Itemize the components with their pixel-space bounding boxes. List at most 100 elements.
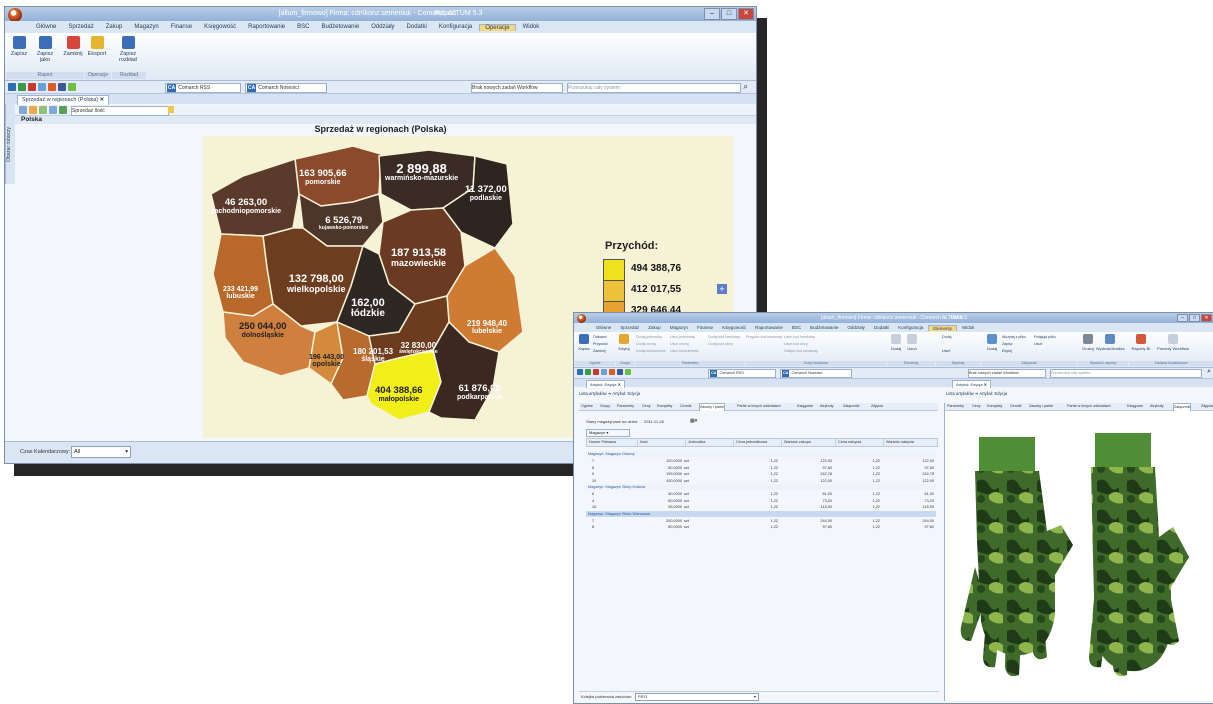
facebook-icon[interactable] [617, 369, 623, 375]
add-element-button[interactable]: Dodaj [888, 334, 904, 351]
tab-1[interactable]: Sprzedaż [616, 325, 643, 330]
subtab-7[interactable]: Atrybuty [1150, 403, 1164, 410]
save-layout-button[interactable]: Zapisz rozkład [111, 36, 145, 63]
zoom-in-button[interactable]: + [717, 284, 727, 294]
tab-article-edit-right[interactable]: Artykuł: Edycja ✕ [952, 380, 991, 388]
ca-icon[interactable] [8, 83, 16, 91]
attr-delete-button[interactable]: Usuń [942, 349, 950, 353]
rss-icon[interactable] [48, 83, 56, 91]
bi-reports-button[interactable]: Raporty BI [1129, 334, 1153, 351]
subtab-7[interactable]: Partie w innych oddziałach [737, 403, 781, 410]
workflow-combo[interactable]: Brak nowych zadań Workflow [968, 369, 1046, 378]
table-icon[interactable] [39, 106, 47, 114]
rss-combo[interactable]: CA Comarch RSS [165, 83, 241, 93]
minimize-icon[interactable]: – [1177, 314, 1188, 322]
subtab-6[interactable]: Zasoby i partie [699, 403, 726, 411]
table-row[interactable]: 7 200,0000 szt 1,22 244,00 1,22 244,00 [586, 518, 936, 524]
tab-4[interactable]: Finanse [166, 24, 197, 30]
subtab-8[interactable]: Załączniki [1173, 403, 1192, 411]
print-analytics-button[interactable]: Wydruki/Analiza [1096, 334, 1125, 351]
assign-barcode-button[interactable]: Przypisz kod kreskowy [746, 335, 782, 339]
subtab-3[interactable]: Ceny [642, 403, 651, 410]
group-row[interactable]: Magazyn: Magazyn Sklep Warszawa [586, 510, 936, 517]
subtab-4[interactable]: Zasoby i partie [1029, 403, 1053, 410]
tab-8[interactable]: Budżetowanie [317, 24, 365, 30]
tab-0[interactable]: Główne [592, 325, 615, 330]
close-button[interactable]: Zamknij [593, 349, 606, 353]
grid-icon[interactable] [19, 106, 27, 114]
col-purchase-value[interactable]: Wartość zakupu [781, 439, 835, 446]
search-input[interactable]: Przeszukaj cały system [567, 83, 741, 93]
breadcrumb-root[interactable]: Lista artykułów [946, 391, 974, 396]
tab-11[interactable]: Konfiguracja [434, 24, 477, 30]
dropdown-icon[interactable] [168, 106, 174, 113]
table-row[interactable]: 8 80,0000 szt 1,22 97,60 1,22 97,60 [586, 524, 936, 530]
edit-file-button[interactable]: Edytuj [1002, 349, 1012, 353]
preview-file-button[interactable]: Podgląd pliku [1034, 335, 1056, 339]
table-row[interactable]: 7 100,0000 szt 1,22 122,00 1,22 122,00 [586, 458, 936, 464]
table-row[interactable]: 4 60,0000 szt 1,22 73,20 1,22 73,20 [586, 498, 936, 504]
mail-icon[interactable] [38, 83, 46, 91]
add-barcode-button[interactable]: Dodaj kod kreskowy [708, 335, 740, 339]
rss-icon[interactable] [609, 369, 615, 375]
subtab-5[interactable]: Partie w innych oddziałach [1067, 403, 1111, 410]
rss-combo[interactable]: CA Comarch RSS [708, 369, 776, 378]
table-row[interactable]: 8 80,0000 szt 1,22 97,60 1,22 97,60 [586, 465, 936, 471]
col-acq-price[interactable]: Cena nabycia [835, 439, 883, 446]
maximize-icon[interactable]: □ [1189, 314, 1200, 322]
tab-7[interactable]: BSC [788, 325, 805, 330]
col-unit[interactable]: Jednostka [685, 439, 733, 446]
maximize-icon[interactable]: □ [721, 8, 737, 20]
tab-3[interactable]: Magazyn [666, 325, 692, 330]
tab-5[interactable]: Księgowość [199, 24, 241, 30]
save-button[interactable]: Zapisz [576, 334, 592, 351]
tab-9[interactable]: Oddziały [366, 24, 399, 30]
restore-button[interactable]: Przywróć [593, 342, 608, 346]
col-unit-price[interactable]: Cena jednostkowa [733, 439, 781, 446]
tab-13[interactable]: Widok [518, 24, 545, 30]
col-acq-value[interactable]: Wartość nabycia [883, 439, 937, 446]
group-row[interactable]: Magazyn: Magazyn Sklep Kraków [586, 484, 936, 490]
calendar-icon[interactable]: ▦▾ [690, 418, 697, 424]
attr-add-button[interactable]: Dodaj [942, 335, 951, 339]
remove-unit-button[interactable]: Usuń jednostkę [670, 335, 695, 339]
subtab-4[interactable]: Komplety [657, 403, 672, 410]
col-batch[interactable]: Numer Pełnawa [587, 439, 637, 446]
subtab-2[interactable]: Parametry [617, 403, 634, 410]
youtube-icon[interactable] [28, 83, 36, 91]
print-button[interactable]: Drukuj [1080, 334, 1096, 351]
search-icon[interactable]: ⌕ [744, 82, 748, 92]
tab-sales-regions[interactable]: Sprzedaż w regionach (Polska) ✕ [17, 95, 110, 105]
tab-8[interactable]: Budżetowanie [806, 325, 842, 330]
region-lubuskie[interactable] [212, 233, 274, 317]
add-feature-button[interactable]: Dodaj cechę [636, 342, 656, 346]
search-icon[interactable]: ⌕ [1207, 368, 1211, 376]
subtab-9[interactable]: Atrybuty [820, 403, 834, 410]
remove-barcode-button[interactable]: Usuń kod kreskowy [784, 335, 815, 339]
filter-icon[interactable] [59, 106, 67, 114]
subtab-8[interactable]: Księgowe [797, 403, 813, 410]
subtab-0[interactable]: Parametry [947, 403, 964, 410]
tab-12[interactable]: Elementy [928, 324, 957, 331]
add-unit-button[interactable]: Dodaj jednostkę [636, 335, 662, 339]
tab-3[interactable]: Magazyn [129, 24, 163, 30]
tab-7[interactable]: BSC [292, 24, 314, 30]
tab-2[interactable]: Zakup [644, 325, 665, 330]
warehouse-button[interactable]: Magazyn ▾ [586, 429, 630, 437]
chart-icon[interactable] [29, 106, 37, 114]
load-file-button[interactable]: Wczytaj z pliku [1002, 335, 1026, 339]
col-qty[interactable]: Ilość [637, 439, 685, 446]
news-combo[interactable]: CA Comarch Nowości [780, 369, 852, 378]
refresh-button[interactable]: Odśwież [593, 335, 607, 339]
save-button[interactable]: Zapisz [8, 36, 30, 57]
table-row[interactable]: 10 100,0000 szt 1,22 122,00 1,22 122,00 [586, 478, 936, 484]
youtube-icon[interactable] [593, 369, 599, 375]
edit-group-button[interactable]: Edytuj [616, 334, 632, 351]
subtab-2[interactable]: Komplety [987, 403, 1002, 410]
subtab-0[interactable]: Ogólne [581, 403, 593, 410]
save-file-button[interactable]: Zapisz [1002, 342, 1013, 346]
subtab-11[interactable]: Zdjęcia [871, 403, 883, 410]
attach-add-button[interactable]: Dodaj [984, 334, 1000, 351]
workflow-combo[interactable]: Brak nowych zadań Workflow [471, 83, 563, 93]
subtab-1[interactable]: Grupy [600, 403, 610, 410]
